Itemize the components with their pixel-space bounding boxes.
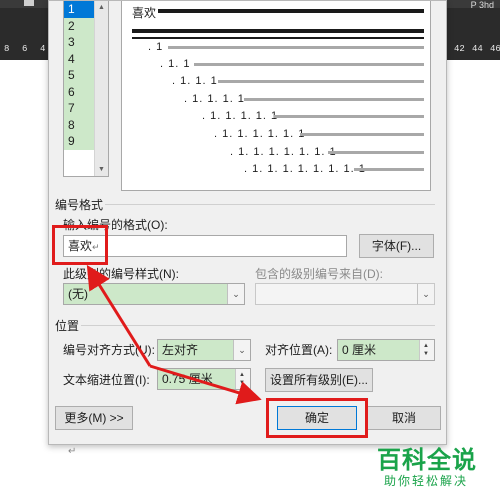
arrow-to-format-box	[86, 264, 152, 367]
arrow-to-ok-box	[149, 364, 262, 405]
watermark-logo: 百科全说	[377, 446, 477, 474]
annotation-arrows	[86, 264, 262, 405]
watermark-subtitle: 助你轻松解决	[384, 474, 469, 488]
